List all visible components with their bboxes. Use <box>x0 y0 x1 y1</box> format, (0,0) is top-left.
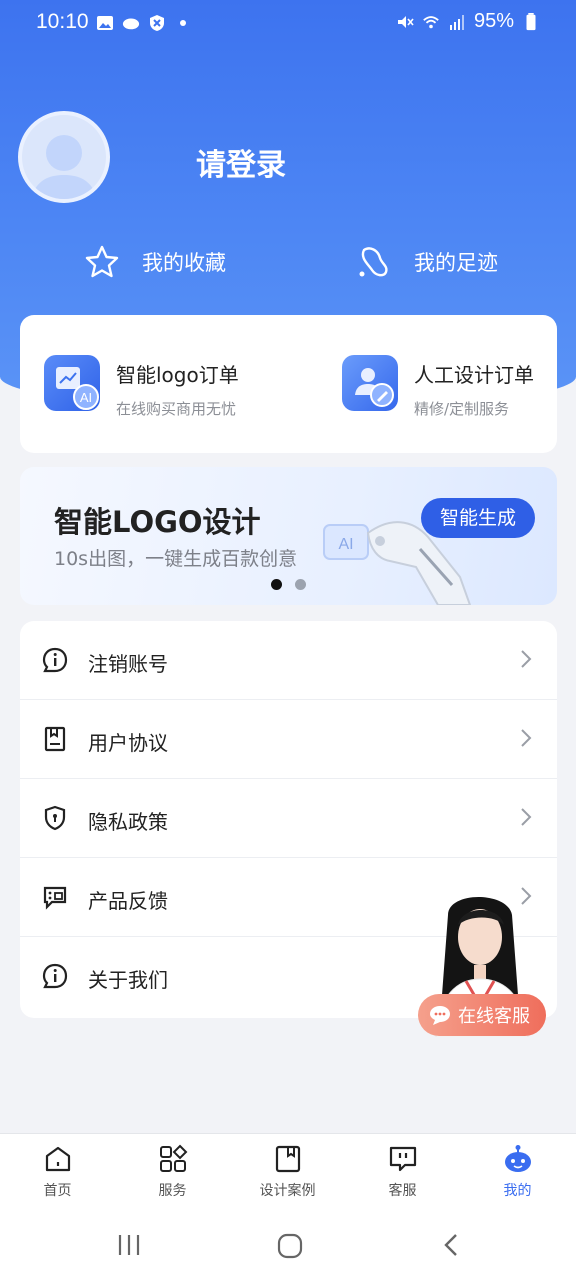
banner-title: 智能LOGO设计 <box>54 505 261 539</box>
status-time: 10:10 <box>36 10 89 33</box>
system-navigation-bar <box>0 1210 576 1280</box>
tab-services[interactable]: 服务 <box>115 1144 230 1200</box>
star-icon <box>85 245 119 278</box>
chat-bubble-icon <box>430 1006 450 1025</box>
smart-logo-orders-title: 智能logo订单 <box>116 363 239 387</box>
smart-logo-orders-subtitle: 在线购买商用无忧 <box>116 400 237 418</box>
carousel-dot[interactable] <box>295 579 306 590</box>
online-support-button[interactable]: 在线客服 <box>418 994 546 1036</box>
login-prompt[interactable]: 请登录 <box>196 140 286 184</box>
tab-label: 我的 <box>503 1183 532 1199</box>
mute-icon <box>397 15 414 28</box>
back-icon[interactable] <box>440 1232 464 1258</box>
wifi-icon <box>423 15 439 28</box>
notification-icons <box>96 14 192 32</box>
my-favorites-label: 我的收藏 <box>142 251 226 275</box>
chevron-right-icon <box>521 650 532 668</box>
menu-item-deactivate-account[interactable]: 注销账号 <box>20 621 557 700</box>
cloud-icon <box>122 18 140 30</box>
recent-apps-icon[interactable] <box>116 1232 142 1258</box>
document-icon <box>44 726 66 752</box>
orders-card: AI 智能logo订单 在线购买商用无忧 人工设计订单 精修/定制服务 <box>20 315 557 453</box>
shield-x-icon <box>150 15 164 31</box>
tab-label: 客服 <box>388 1183 417 1199</box>
menu-item-privacy-policy[interactable]: 隐私政策 <box>20 779 557 858</box>
services-icon <box>159 1144 187 1172</box>
smart-logo-orders[interactable]: AI 智能logo订单 在线购买商用无忧 <box>44 355 239 419</box>
info-bubble-icon <box>42 963 68 989</box>
tab-design-cases[interactable]: 设计案例 <box>230 1144 345 1200</box>
tab-label: 设计案例 <box>259 1183 316 1199</box>
menu-label: 隐私政策 <box>88 810 168 834</box>
chevron-right-icon <box>521 729 532 747</box>
menu-label: 用户协议 <box>88 731 168 755</box>
ai-chart-icon: AI <box>44 355 100 411</box>
smart-logo-banner[interactable]: AI 智能LOGO设计 10s出图，一键生成百款创意 智能生成 <box>20 467 557 605</box>
gallery-icon <box>97 16 113 30</box>
battery-level: 95% <box>473 10 514 32</box>
home-icon <box>45 1146 70 1172</box>
footprint-icon <box>359 247 388 277</box>
tab-home[interactable]: 首页 <box>0 1144 115 1200</box>
manual-design-orders-subtitle: 精修/定制服务 <box>414 400 510 418</box>
online-support-label: 在线客服 <box>458 1006 530 1027</box>
avatar[interactable] <box>18 111 110 203</box>
status-bar: 10:10 95% <box>0 0 576 48</box>
banner-subtitle: 10s出图，一键生成百款创意 <box>54 548 298 570</box>
shield-icon <box>44 805 66 831</box>
designer-edit-icon <box>342 355 398 411</box>
home-button-icon[interactable] <box>276 1232 304 1260</box>
menu-item-user-agreement[interactable]: 用户协议 <box>20 700 557 779</box>
manual-design-orders-title: 人工设计订单 <box>414 363 534 387</box>
tab-label: 服务 <box>158 1183 187 1199</box>
system-indicators: 95% <box>396 10 540 33</box>
info-bubble-icon <box>42 647 68 673</box>
feedback-icon <box>43 886 67 910</box>
menu-label: 关于我们 <box>88 968 168 992</box>
robot-icon <box>504 1145 531 1172</box>
battery-icon <box>526 12 536 30</box>
menu-label: 注销账号 <box>88 652 168 676</box>
dot-icon <box>180 20 186 26</box>
signal-icon <box>449 14 464 30</box>
menu-label: 产品反馈 <box>88 889 168 913</box>
bookmark-icon <box>275 1145 300 1173</box>
chat-icon <box>389 1146 416 1172</box>
smart-generate-button[interactable]: 智能生成 <box>421 498 535 538</box>
my-footprints-button[interactable]: 我的足迹 <box>356 244 498 280</box>
chevron-right-icon <box>521 808 532 826</box>
ai-badge: AI <box>80 390 92 405</box>
banner-ai-badge: AI <box>338 536 353 553</box>
my-footprints-label: 我的足迹 <box>414 251 498 275</box>
bottom-tab-bar: 首页 服务 设计案例 客服 我的 <box>0 1133 576 1210</box>
my-favorites-button[interactable]: 我的收藏 <box>84 244 226 280</box>
tab-customer-service[interactable]: 客服 <box>345 1144 460 1200</box>
carousel-dot-active[interactable] <box>271 579 282 590</box>
tab-label: 首页 <box>43 1183 72 1199</box>
tab-mine[interactable]: 我的 <box>460 1144 575 1200</box>
manual-design-orders[interactable]: 人工设计订单 精修/定制服务 <box>342 355 534 419</box>
